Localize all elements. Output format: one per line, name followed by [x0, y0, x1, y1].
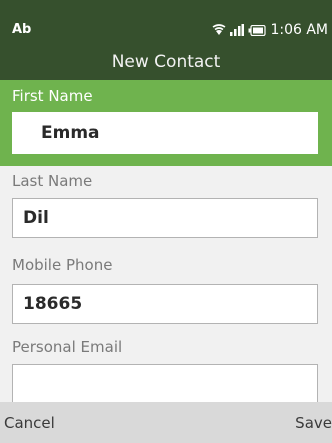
signal-icon	[230, 24, 245, 36]
save-button[interactable]: Save	[295, 414, 332, 432]
status-icons: 1:06 AM	[212, 22, 328, 38]
battery-icon	[248, 24, 267, 36]
personal-email-input[interactable]	[12, 364, 318, 406]
first-name-input[interactable]: Emma	[12, 112, 318, 154]
mobile-phone-label: Mobile Phone	[12, 256, 113, 274]
carrier-label: Ab	[12, 22, 32, 37]
first-name-field[interactable]: First Name Emma	[0, 80, 332, 166]
personal-email-label: Personal Email	[12, 338, 123, 356]
page-title: New Contact	[0, 44, 332, 80]
cancel-button[interactable]: Cancel	[4, 414, 55, 432]
status-bar: Ab 1:06 AM	[0, 0, 332, 44]
last-name-label: Last Name	[12, 172, 93, 190]
mobile-phone-input[interactable]: 18665	[12, 284, 318, 324]
status-time: 1:06 AM	[270, 22, 328, 38]
last-name-field[interactable]: Last Name Dil	[0, 166, 332, 246]
softkey-bar: Cancel Save	[0, 402, 332, 443]
personal-email-field[interactable]: Personal Email	[0, 332, 332, 406]
last-name-input[interactable]: Dil	[12, 198, 318, 238]
first-name-label: First Name	[12, 87, 93, 105]
mobile-phone-field[interactable]: Mobile Phone 18665	[0, 246, 332, 332]
wifi-icon	[212, 24, 226, 36]
